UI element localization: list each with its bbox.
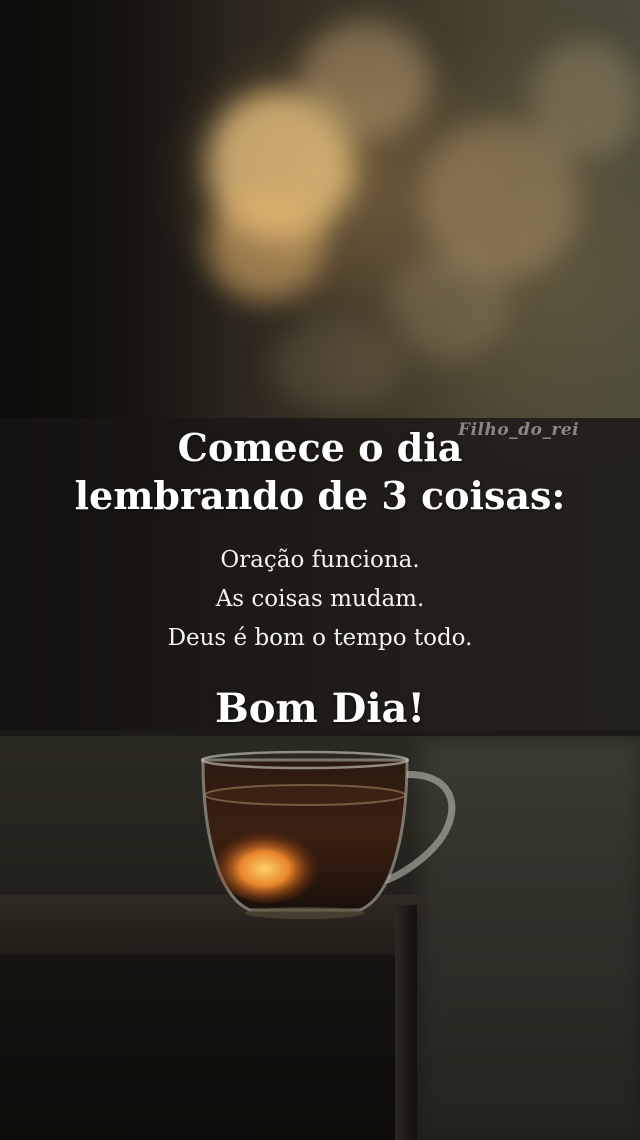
tea-cup-illustration (200, 750, 456, 919)
message-line: As coisas mudam. (215, 586, 425, 612)
tea-surface (204, 784, 406, 806)
cup-base (245, 907, 365, 919)
message-list: Oração funciona. As coisas mudam. Deus é… (0, 541, 640, 658)
table-front (0, 955, 410, 1140)
greeting: Bom Dia! (214, 685, 426, 732)
headline: Comece o dia lembrando de 3 coisas: (0, 424, 640, 520)
table-edge (395, 905, 417, 1140)
tea-reflection (215, 827, 325, 903)
bokeh-light (390, 250, 510, 360)
headline-line: lembrando de 3 coisas: (74, 473, 566, 518)
bokeh-light (270, 320, 400, 410)
headline-line: Comece o dia (177, 425, 463, 470)
message-line: Oração funciona. (220, 547, 420, 573)
bokeh-light (300, 20, 430, 140)
bokeh-light (530, 40, 640, 160)
message-line: Deus é bom o tempo todo. (167, 625, 473, 651)
